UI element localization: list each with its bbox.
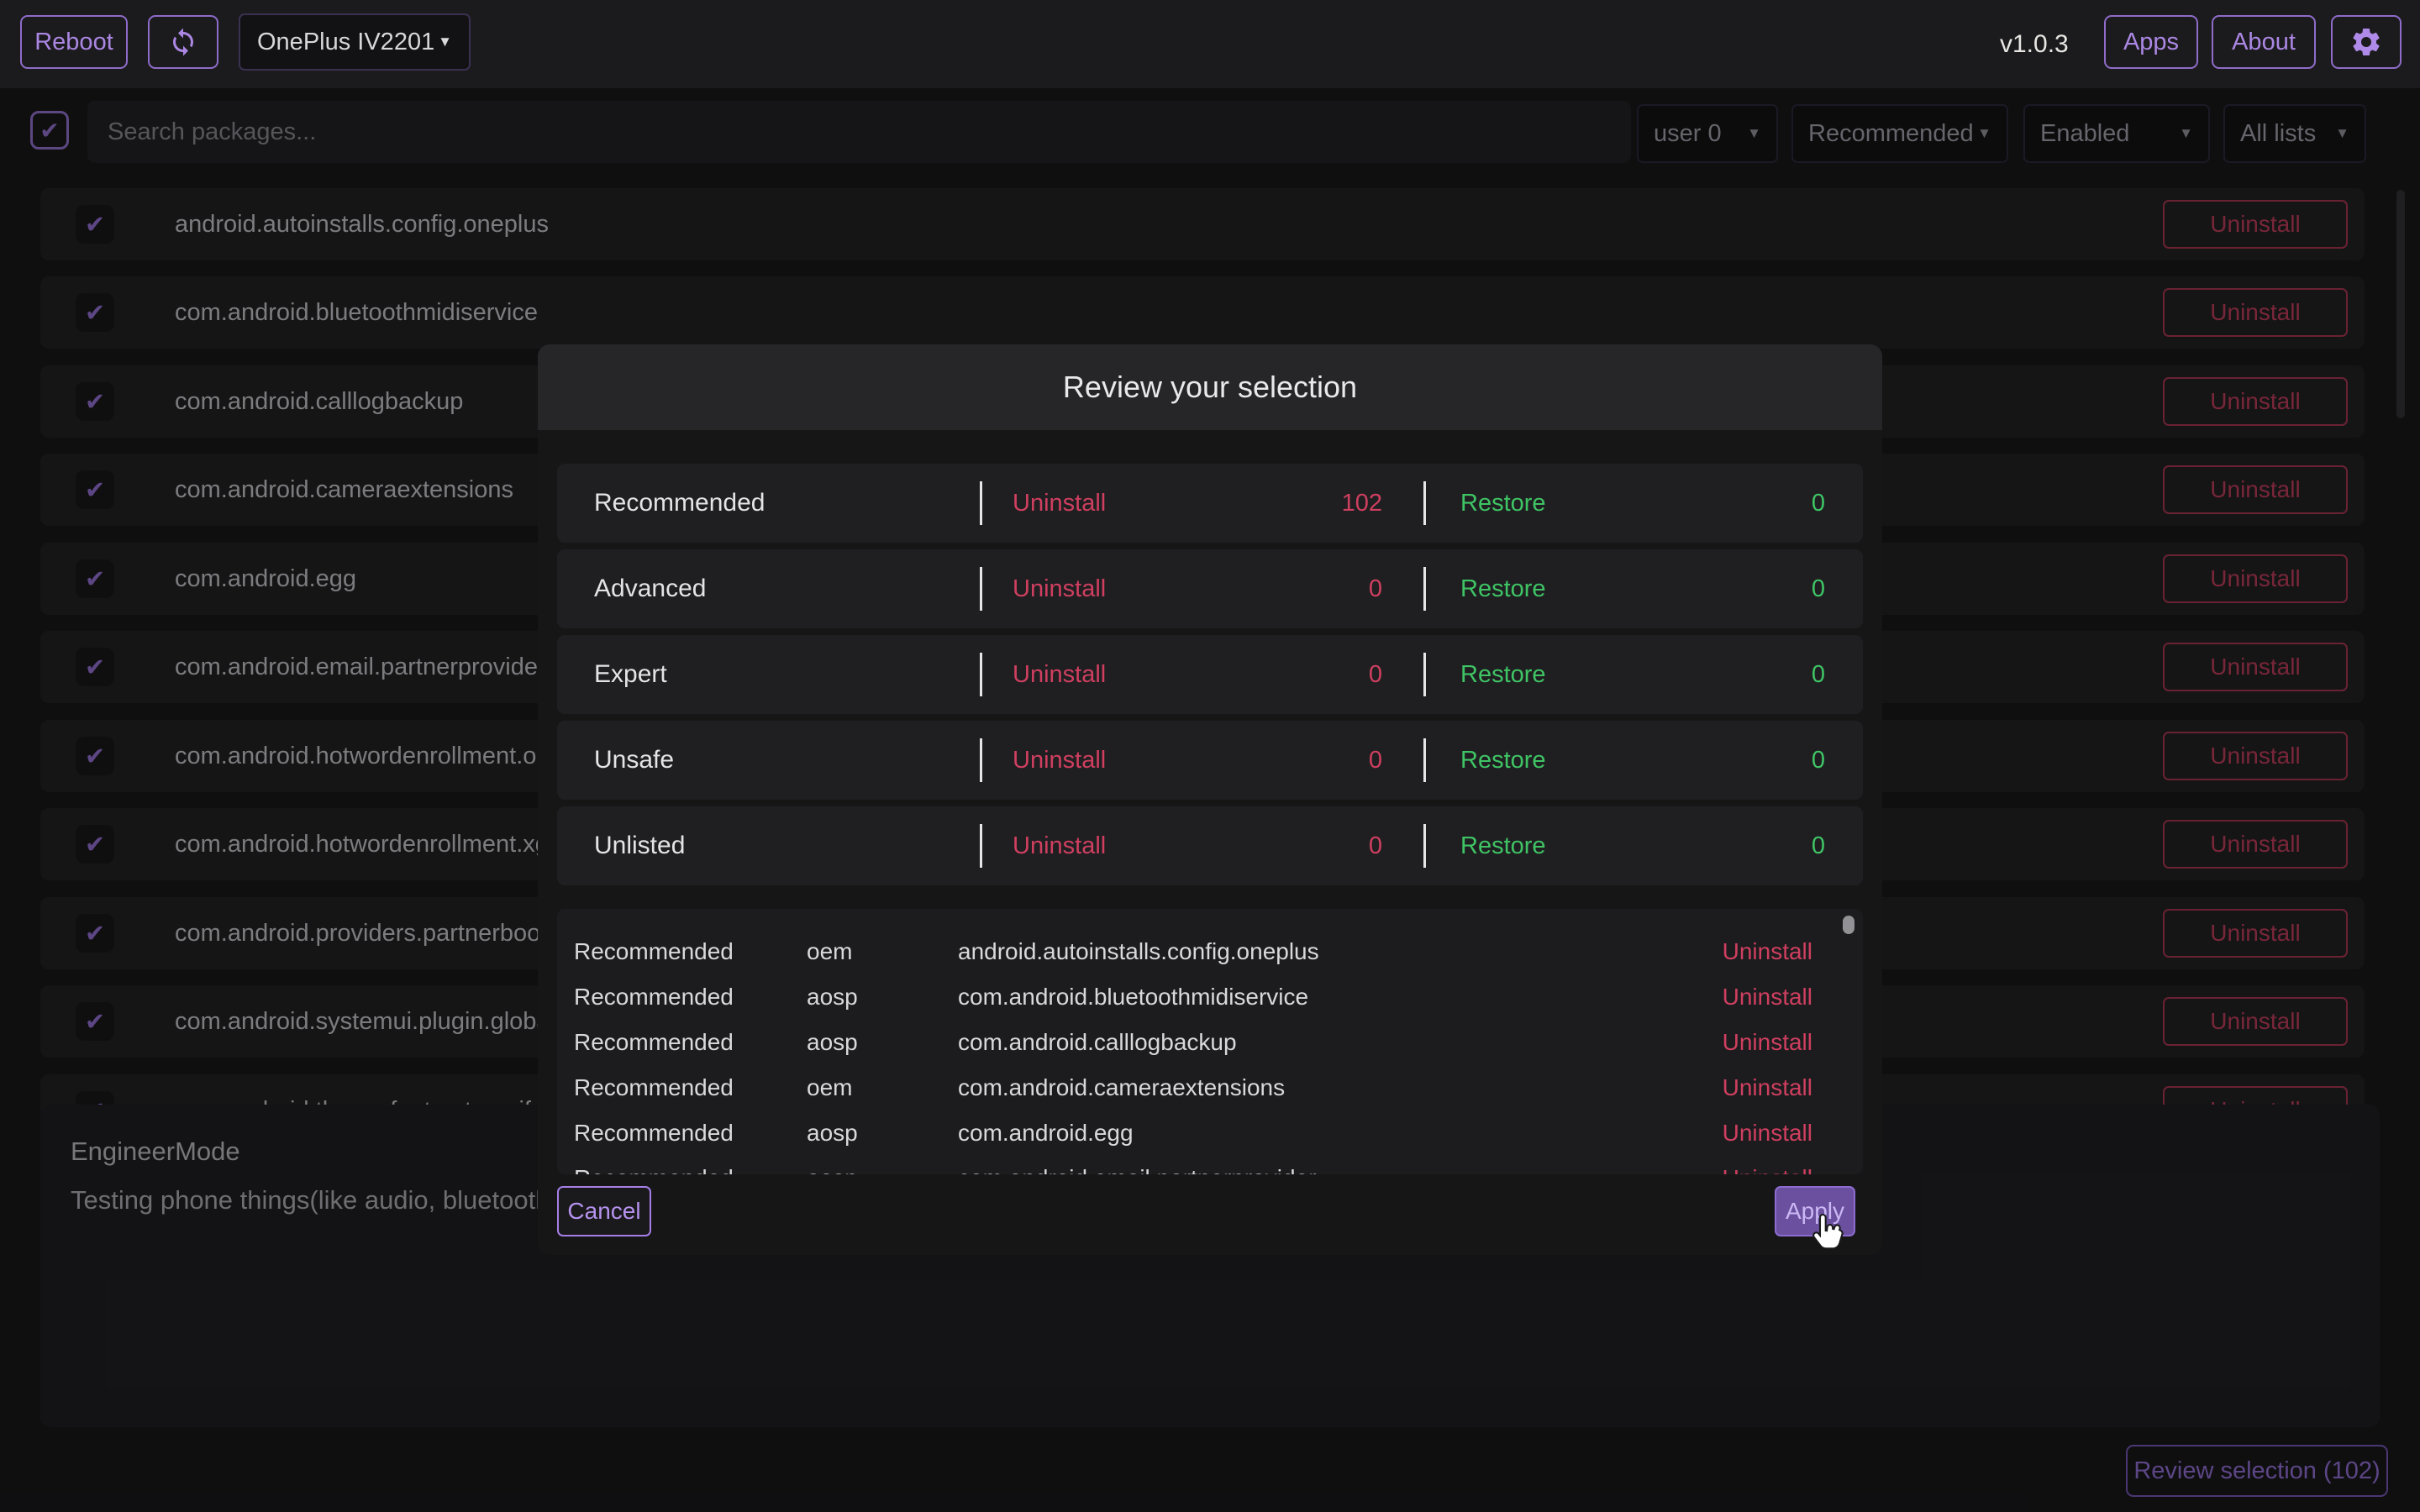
row-category: Recommended (574, 1065, 734, 1110)
category-summary-row: Recommended Uninstall 102 Restore 0 (557, 464, 1863, 543)
row-package: android.autoinstalls.config.oneplus (958, 929, 1319, 974)
row-package: com.android.cameraextensions (958, 1065, 1285, 1110)
category-name: Advanced (594, 549, 706, 628)
divider (980, 738, 982, 782)
restore-count: 0 (1460, 806, 1825, 885)
row-category: Recommended (574, 1110, 734, 1156)
modal-package-row: Recommended oem android.autoinstalls.con… (557, 929, 1863, 974)
category-summary-row: Unlisted Uninstall 0 Restore 0 (557, 806, 1863, 885)
row-action: Uninstall (1723, 1156, 1812, 1174)
row-package: com.android.bluetoothmidiservice (958, 974, 1308, 1020)
refresh-icon (168, 27, 198, 57)
row-package: com.android.calllogbackup (958, 1020, 1237, 1065)
category-summary-row: Expert Uninstall 0 Restore 0 (557, 635, 1863, 714)
row-category: Recommended (574, 929, 734, 974)
modal-package-row: Recommended aosp com.android.email.partn… (557, 1156, 1863, 1174)
settings-button[interactable] (2331, 15, 2402, 69)
row-action: Uninstall (1723, 974, 1812, 1020)
row-action: Uninstall (1723, 1065, 1812, 1110)
category-summary-row: Unsafe Uninstall 0 Restore 0 (557, 721, 1863, 800)
category-name: Unlisted (594, 806, 685, 885)
divider (1423, 824, 1426, 868)
divider (1423, 481, 1426, 525)
uninstall-count: 0 (1013, 635, 1382, 714)
modal-package-row: Recommended aosp com.android.egg Uninsta… (557, 1110, 1863, 1156)
cancel-button[interactable]: Cancel (557, 1186, 651, 1236)
modal-header: Review your selection (538, 344, 1882, 430)
restore-count: 0 (1460, 635, 1825, 714)
divider (1423, 653, 1426, 696)
modal-title: Review your selection (1063, 370, 1357, 405)
row-action: Uninstall (1723, 929, 1812, 974)
category-name: Expert (594, 635, 667, 714)
row-category: Recommended (574, 1156, 734, 1174)
divider (980, 567, 982, 611)
mouse-cursor-pointer (1808, 1211, 1847, 1261)
about-button[interactable]: About (2212, 15, 2316, 69)
row-package: com.android.email.partnerprovider (958, 1156, 1316, 1174)
row-category: Recommended (574, 974, 734, 1020)
top-toolbar: Reboot OnePlus IV2201 ▼ v1.0.3 Apps Abou… (0, 0, 2420, 88)
uninstall-count: 0 (1013, 721, 1382, 800)
row-action: Uninstall (1723, 1110, 1812, 1156)
row-package: com.android.egg (958, 1110, 1134, 1156)
divider (980, 653, 982, 696)
divider (1423, 567, 1426, 611)
device-select-value: OnePlus IV2201 (257, 29, 434, 56)
restore-count: 0 (1460, 549, 1825, 628)
category-name: Recommended (594, 464, 765, 543)
app-window: Reboot OnePlus IV2201 ▼ v1.0.3 Apps Abou… (0, 0, 2420, 1512)
row-action: Uninstall (1723, 1020, 1812, 1065)
row-source: aosp (807, 1156, 858, 1174)
row-source: oem (807, 929, 852, 974)
review-selection-modal: Review your selection Recommended Uninst… (538, 344, 1882, 1255)
row-source: oem (807, 1065, 852, 1110)
uninstall-count: 0 (1013, 806, 1382, 885)
uninstall-count: 102 (1013, 464, 1382, 543)
restore-count: 0 (1460, 721, 1825, 800)
modal-package-row: Recommended oem com.android.cameraextens… (557, 1065, 1863, 1110)
restore-count: 0 (1460, 464, 1825, 543)
modal-package-table[interactable]: Recommended oem android.autoinstalls.con… (557, 909, 1863, 1174)
modal-scrollbar-thumb[interactable] (1843, 916, 1854, 934)
row-category: Recommended (574, 1020, 734, 1065)
version-label: v1.0.3 (2000, 0, 2069, 88)
divider (980, 824, 982, 868)
apps-button[interactable]: Apps (2104, 15, 2198, 69)
reboot-button[interactable]: Reboot (20, 15, 128, 69)
divider (980, 481, 982, 525)
category-summary-row: Advanced Uninstall 0 Restore 0 (557, 549, 1863, 628)
chevron-down-icon: ▼ (438, 34, 452, 50)
modal-package-row: Recommended aosp com.android.bluetoothmi… (557, 974, 1863, 1020)
divider (1423, 738, 1426, 782)
row-source: aosp (807, 974, 858, 1020)
refresh-button[interactable] (148, 15, 218, 69)
row-source: aosp (807, 1110, 858, 1156)
row-source: aosp (807, 1020, 858, 1065)
uninstall-count: 0 (1013, 549, 1382, 628)
gear-icon (2349, 25, 2383, 59)
modal-package-row: Recommended aosp com.android.calllogback… (557, 1020, 1863, 1065)
device-select[interactable]: OnePlus IV2201 ▼ (239, 13, 471, 71)
category-name: Unsafe (594, 721, 674, 800)
